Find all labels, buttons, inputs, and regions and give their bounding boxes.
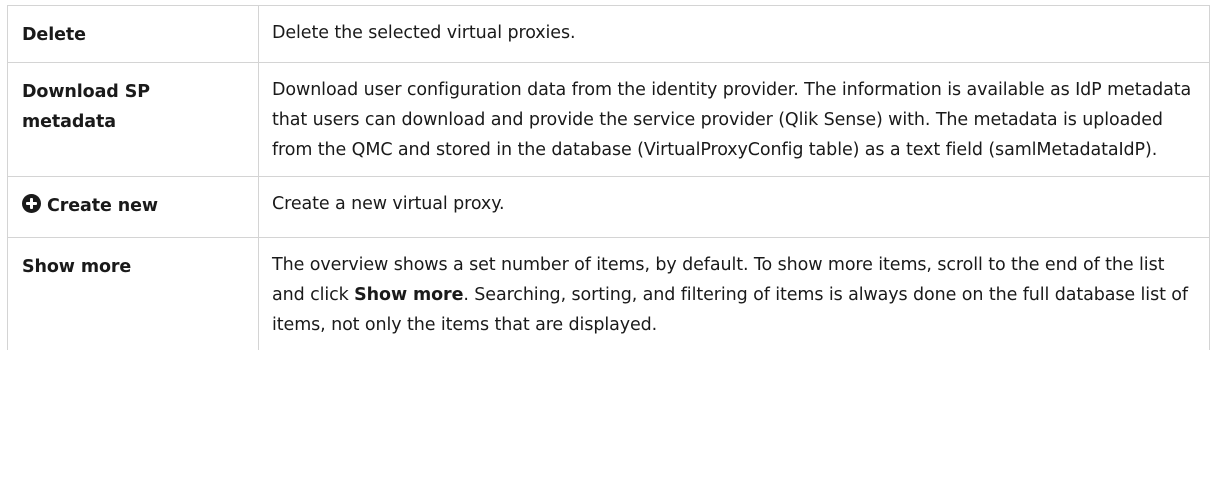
term-cell: Delete xyxy=(7,5,259,63)
description-cell: The overview shows a set number of items… xyxy=(258,237,1210,350)
description-cell: Download user configuration data from th… xyxy=(258,62,1210,177)
table-row-create-new: Create new Create a new virtual proxy. xyxy=(7,176,1210,238)
description-download-sp-metadata: Download user configuration data from th… xyxy=(272,80,1192,160)
description-show-more-bold: Show more xyxy=(354,285,464,305)
term-download-sp-line2: metadata xyxy=(22,112,116,132)
table-row-download-sp-metadata: Download SP metadata Download user confi… xyxy=(7,62,1210,177)
description-cell: Delete the selected virtual proxies. xyxy=(258,5,1210,63)
term-create-new: Create new xyxy=(47,196,158,216)
term-cell: Download SP metadata xyxy=(7,62,259,177)
description-cell: Create a new virtual proxy. xyxy=(258,176,1210,238)
table-row-delete: Delete Delete the selected virtual proxi… xyxy=(7,5,1210,63)
actions-table: Delete Delete the selected virtual proxi… xyxy=(7,5,1210,350)
term-cell: Create new xyxy=(7,176,259,238)
plus-circle-icon xyxy=(22,194,41,213)
table-row-show-more: Show more The overview shows a set numbe… xyxy=(7,237,1210,350)
term-cell: Show more xyxy=(7,237,259,350)
description-create-new: Create a new virtual proxy. xyxy=(272,194,505,214)
description-delete: Delete the selected virtual proxies. xyxy=(272,23,576,43)
term-show-more: Show more xyxy=(22,257,132,277)
term-download-sp-line1: Download SP xyxy=(22,82,150,102)
term-delete: Delete xyxy=(22,25,86,45)
